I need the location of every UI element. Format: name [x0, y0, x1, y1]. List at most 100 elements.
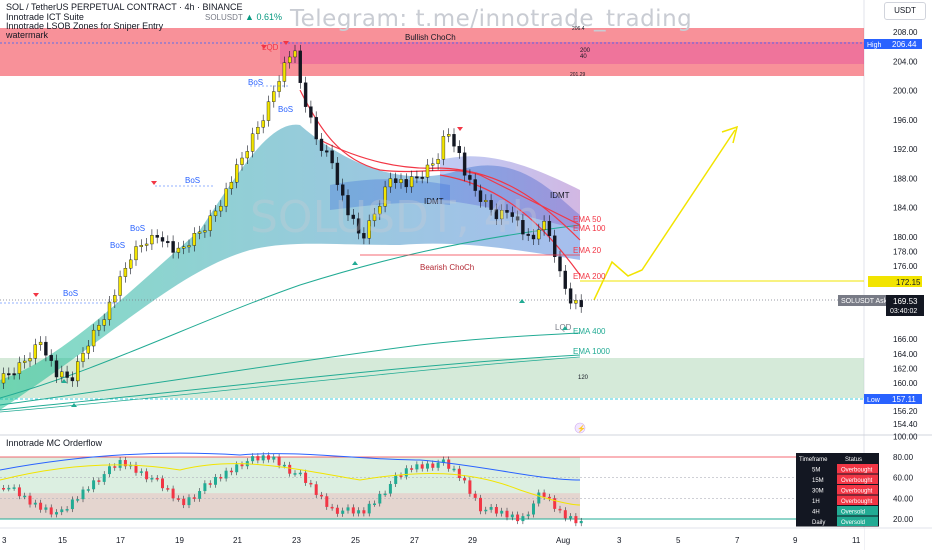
osc-candle [447, 459, 451, 469]
candle-body [234, 164, 239, 183]
osc-candle [293, 473, 297, 475]
timeframe-cell: 5M [812, 468, 820, 474]
price-tick-label: 178.00 [893, 247, 918, 256]
osc-candle [563, 510, 567, 519]
osc-candle [2, 488, 5, 490]
osc-candle [39, 502, 43, 510]
indicator-watermark[interactable]: watermark [6, 30, 48, 40]
candle-body [282, 62, 287, 82]
candle-body [261, 120, 265, 128]
osc-candle [378, 493, 382, 504]
time-tick-label: 5 [676, 536, 681, 545]
time-tick-label: 15 [58, 536, 67, 545]
candle-body [250, 133, 255, 152]
candle-body [224, 188, 228, 207]
candle-body [420, 176, 424, 179]
osc-candle [569, 516, 573, 519]
osc-candle [346, 507, 350, 511]
candle-body [171, 241, 175, 253]
price-tick-label: 162.00 [893, 364, 918, 373]
idmt-label: IDMT [550, 191, 570, 200]
price-chart[interactable]: Bullish ChoCh Bearish ChoCh BoS BoS BoS BoS Bo… [0, 0, 932, 550]
osc-candle [394, 475, 398, 484]
candle-body [256, 126, 260, 134]
osc-candle [277, 456, 281, 466]
oscillator-title[interactable]: Innotrade MC Orderflow [6, 438, 102, 448]
price-tick-label: 180.00 [893, 233, 918, 242]
osc-candle [134, 464, 138, 473]
osc-candle [235, 464, 239, 473]
price-tick-label: 176.00 [893, 262, 918, 271]
time-tick-label: 3 [2, 536, 7, 545]
osc-candle [256, 456, 260, 461]
osc-candle [399, 475, 403, 477]
osc-candle [60, 509, 64, 513]
osc-candle [28, 495, 32, 505]
candle-body [181, 246, 186, 249]
time-tick-label: 9 [793, 536, 798, 545]
chart-window: Bullish ChoCh Bearish ChoCh BoS BoS BoS BoS Bo… [0, 0, 932, 550]
osc-candle [44, 507, 48, 510]
osc-candle [49, 507, 53, 515]
candle-body [288, 56, 292, 63]
level-value-label: 172.15 [896, 278, 921, 287]
candle-body [330, 150, 334, 164]
pair-short: SOLUSDT [205, 13, 243, 22]
osc-candle [320, 494, 323, 497]
osc-candle [97, 480, 101, 482]
osc-candle [118, 460, 122, 468]
osc-candle [224, 470, 228, 479]
candle-body [431, 163, 435, 166]
projection-path [593, 129, 736, 301]
osc-candle [102, 474, 106, 482]
osc-candle [17, 487, 21, 497]
candle-body [1, 373, 6, 384]
osc-candle [150, 478, 154, 480]
symbol-title: SOL / TetherUS PERPETUAL CONTRACT · 4h ·… [6, 2, 243, 12]
swing-high-marker [457, 127, 463, 131]
candle-body [75, 361, 80, 382]
time-tick-label: 27 [410, 536, 419, 545]
candle-body [245, 151, 250, 159]
timeframe-cell: 30M [812, 489, 824, 495]
osc-candle [12, 487, 16, 489]
osc-tick-label: 20.00 [893, 515, 914, 524]
status-text: Overbought [841, 478, 873, 484]
candle-body [240, 157, 244, 165]
osc-candle [314, 484, 318, 495]
candle-body [441, 136, 446, 160]
osc-candle [452, 468, 456, 471]
osc-candle [426, 463, 429, 469]
osc-candle [410, 468, 414, 470]
status-text: Oversold [841, 520, 865, 526]
osc-candle [171, 488, 175, 499]
number-120-label: 120 [578, 375, 589, 381]
bos-label: BoS [248, 78, 263, 87]
osc-candle [579, 520, 583, 524]
bullish-choch-label: Bullish ChoCh [405, 33, 456, 42]
candle-body [394, 178, 398, 183]
high-value-label: 206.44 [892, 40, 917, 49]
candle-body [229, 181, 234, 189]
osc-candle [251, 456, 255, 462]
candle-body [81, 352, 85, 362]
osc-candle [182, 498, 186, 506]
osc-candle [420, 464, 424, 469]
price-tick-label: 200.00 [893, 87, 918, 96]
currency-selector[interactable]: USDT [884, 2, 926, 20]
bos-label: BoS [110, 241, 125, 250]
status-text: Overbought [841, 468, 873, 474]
candle-body [118, 276, 122, 296]
candle-body [579, 300, 583, 308]
up-arrow-icon: ▲ [245, 12, 254, 22]
osc-candle [298, 472, 302, 475]
candle-body [102, 319, 106, 326]
candle-body [97, 325, 101, 331]
osc-candle [108, 466, 111, 475]
price-tick-label: 188.00 [893, 174, 918, 183]
osc-candle [240, 464, 244, 467]
osc-candle [261, 455, 265, 461]
candle-body [155, 234, 159, 238]
osc-candle [282, 464, 286, 467]
osc-candle [526, 514, 530, 517]
